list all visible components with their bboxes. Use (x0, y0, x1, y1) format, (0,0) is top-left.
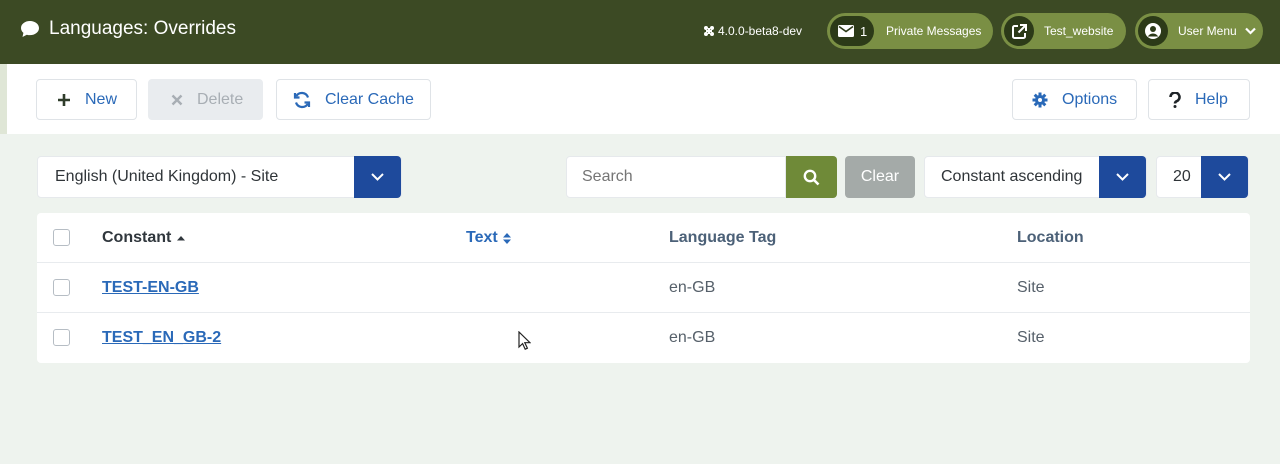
page-title: Languages: Overrides (20, 18, 236, 40)
options-button-label: Options (1062, 90, 1118, 108)
chevron-down-icon (1244, 27, 1256, 35)
ordering-select[interactable]: Constant ascending (924, 156, 1147, 198)
language-tag-cell: en-GB (669, 279, 716, 296)
page-title-text: Languages: Overrides (49, 18, 236, 39)
clear-filter-button[interactable]: Clear (845, 156, 915, 198)
location-cell: Site (1017, 279, 1045, 296)
version-info[interactable]: 4.0.0-beta8-dev (703, 24, 802, 38)
messages-count-badge: 1 (830, 16, 874, 46)
external-link-icon (1011, 23, 1027, 39)
language-select-value: English (United Kingdom) - Site (55, 168, 279, 185)
user-menu-button[interactable]: User Menu (1135, 13, 1263, 49)
constant-cell: TEST-EN-GB (102, 263, 199, 313)
sort-ascending-icon (177, 236, 186, 241)
plus-icon (58, 93, 70, 106)
limit-select[interactable]: 20 (1156, 156, 1249, 198)
toolbar: New Delete Clear Cache Options Help (0, 64, 1280, 134)
column-header-location: Location (1017, 213, 1084, 263)
user-circle-icon (1145, 23, 1161, 39)
search-input[interactable] (582, 168, 782, 186)
location-cell: Site (1017, 329, 1045, 346)
constant-link[interactable]: TEST-EN-GB (102, 279, 199, 297)
clear-cache-button-label: Clear Cache (325, 90, 414, 108)
help-button-label: Help (1195, 90, 1228, 108)
column-header-text-label: Text (466, 229, 498, 246)
chevron-down-icon (371, 173, 384, 181)
options-button[interactable]: Options (1012, 79, 1137, 120)
times-icon (171, 94, 183, 105)
gear-icon (1032, 92, 1048, 107)
column-header-constant[interactable]: Constant (102, 213, 186, 263)
private-messages-label: Private Messages (886, 24, 982, 38)
private-messages-button[interactable]: 1 Private Messages (827, 13, 993, 49)
clear-cache-button[interactable]: Clear Cache (276, 79, 431, 120)
sync-icon (293, 91, 311, 108)
table-header-row: Constant Text Language Tag Location (37, 213, 1250, 263)
constant-link[interactable]: TEST_EN_GB-2 (102, 329, 221, 347)
row-checkbox[interactable] (53, 279, 70, 296)
delete-button-label: Delete (197, 90, 244, 108)
help-button[interactable]: Help (1148, 79, 1250, 120)
new-button[interactable]: New (36, 79, 137, 120)
constant-cell: TEST_EN_GB-2 (102, 313, 221, 363)
column-header-location-label: Location (1017, 229, 1084, 246)
comment-icon (21, 21, 39, 37)
messages-count: 1 (860, 23, 868, 39)
column-header-language-tag: Language Tag (669, 213, 776, 263)
language-select[interactable]: English (United Kingdom) - Site (37, 156, 402, 198)
search-icon (803, 169, 820, 185)
new-button-label: New (85, 90, 118, 108)
search-button[interactable] (786, 156, 837, 198)
language-select-toggle[interactable] (354, 156, 401, 198)
user-menu-label: User Menu (1178, 24, 1237, 38)
sort-icon (502, 232, 511, 244)
table-row: TEST-EN-GB en-GB Site (37, 263, 1250, 313)
row-checkbox[interactable] (53, 329, 70, 346)
joomla-icon (704, 26, 714, 36)
search-field[interactable] (566, 156, 786, 198)
overrides-table: Constant Text Language Tag Location TEST… (37, 213, 1250, 363)
column-header-language-tag-label: Language Tag (669, 229, 777, 246)
limit-select-value: 20 (1173, 168, 1191, 185)
select-all-checkbox[interactable] (53, 229, 70, 246)
limit-select-toggle[interactable] (1201, 156, 1248, 198)
clear-filter-label: Clear (860, 168, 900, 185)
site-link-label: Test_website (1044, 24, 1114, 38)
version-text: 4.0.0-beta8-dev (718, 24, 803, 38)
table-row: TEST_EN_GB-2 en-GB Site (37, 313, 1250, 363)
column-header-constant-label: Constant (102, 229, 172, 246)
chevron-down-icon (1218, 173, 1231, 181)
site-icon-wrap (1004, 16, 1034, 46)
mouse-cursor-icon (518, 331, 531, 350)
language-tag-cell: en-GB (669, 329, 716, 346)
user-icon-wrap (1138, 16, 1168, 46)
ordering-select-value: Constant ascending (941, 168, 1083, 185)
site-link-button[interactable]: Test_website (1001, 13, 1126, 49)
envelope-icon (838, 25, 854, 37)
chevron-down-icon (1116, 173, 1129, 181)
column-header-text[interactable]: Text (466, 213, 512, 263)
question-icon (1169, 91, 1181, 108)
delete-button[interactable]: Delete (148, 79, 263, 120)
app-header: Languages: Overrides 4.0.0-beta8-dev 1 P… (0, 0, 1280, 64)
ordering-select-toggle[interactable] (1099, 156, 1146, 198)
